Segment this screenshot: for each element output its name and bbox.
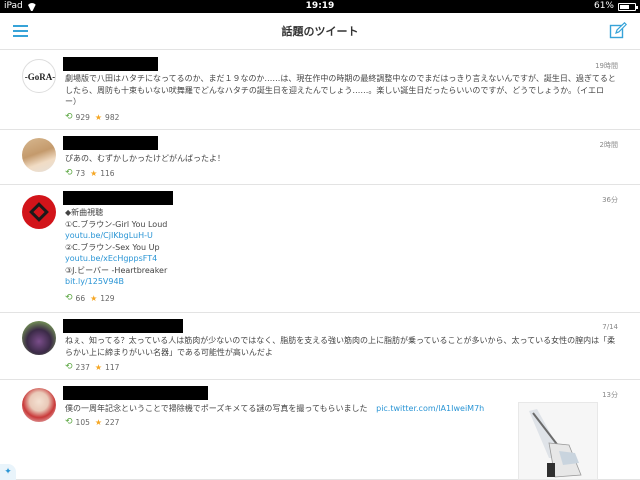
tweet-text: ねぇ、知ってる？太っている人は筋肉が少ないのではなく、脂肪を支える強い筋肉の上に… — [65, 336, 616, 357]
battery-fill — [620, 4, 629, 9]
retweet-count: 73 — [75, 168, 86, 178]
author-name-redacted — [63, 136, 158, 150]
retweet-icon: ⟲ — [65, 362, 73, 372]
avatar[interactable] — [22, 195, 56, 229]
photo-illustration — [519, 403, 597, 479]
tweet-link[interactable]: bit.ly/125V94B — [65, 276, 616, 288]
compose-icon[interactable] — [609, 22, 627, 40]
tweet-text-main: 僕の一周年記念ということで掃除機でポーズキメてる謎の写真を撮ってもらいました — [65, 404, 368, 413]
author-name-redacted — [63, 386, 208, 400]
avatar[interactable]: -GoRA- — [22, 59, 56, 93]
star-icon: ★ — [90, 293, 98, 303]
gora-logo: -GoRA- — [25, 72, 56, 82]
tweet-link[interactable]: youtu.be/xEcHgppsFT4 — [65, 253, 616, 265]
tweet-line: ②C.ブラウン-Sex You Up — [65, 242, 160, 252]
tweet-time: 36分 — [602, 196, 618, 204]
avatar[interactable] — [22, 388, 56, 422]
retweet-icon: ⟲ — [65, 168, 73, 178]
tweet-line: ◆新曲視聴 — [65, 208, 104, 217]
tweet-stats: ⟲ 237 ★ 117 — [65, 362, 119, 372]
tweet-photo[interactable] — [518, 402, 598, 480]
avatar[interactable] — [22, 321, 56, 355]
tweet-link[interactable]: pic.twitter.com/lA1IweiM7h — [376, 404, 484, 413]
favorite-count: 116 — [100, 168, 115, 178]
retweet-icon: ⟲ — [65, 112, 73, 122]
battery-icon — [618, 2, 638, 11]
tweet-item[interactable]: 13分 僕の一周年記念ということで掃除機でポーズキメてる謎の写真を撮ってもらいま… — [0, 380, 640, 480]
tweet-stats: ⟲ 73 ★ 116 — [65, 168, 115, 178]
page-title: 話題のツイート — [281, 25, 359, 38]
tweet-time: 19時間 — [595, 62, 618, 70]
tweet-text: 劇場版で八田はハタチになってるのか、まだ１９なのか……は、現在作中の時期の最終調… — [65, 74, 616, 106]
author-name-redacted — [63, 319, 183, 333]
retweet-icon: ⟲ — [65, 293, 73, 303]
status-bar: iPad 19:19 61% — [0, 0, 640, 13]
avatar[interactable] — [22, 138, 56, 172]
nav-bar: 話題のツイート — [0, 13, 640, 50]
tweet-text: ◆新曲視聴 ①C.ブラウン-Girl You Loud youtu.be/CjI… — [65, 207, 616, 288]
battery-percent: 61% — [593, 1, 614, 11]
retweet-count: 66 — [75, 293, 86, 303]
tweet-line: ③J.ビーバー -Heartbreaker — [65, 265, 168, 275]
favorite-count: 117 — [105, 362, 120, 372]
author-name-redacted — [63, 57, 158, 71]
tweet-line: ①C.ブラウン-Girl You Loud — [65, 219, 168, 229]
tweet-time: 13分 — [602, 391, 618, 399]
bird-icon[interactable]: ✦ — [0, 464, 16, 480]
retweet-count: 105 — [75, 417, 90, 427]
tweet-text: ぴあの、むずかしかったけどがんばったよ！ — [65, 154, 225, 163]
tweet-link[interactable]: youtu.be/CjIKbgLuH-U — [65, 230, 616, 242]
star-icon: ★ — [90, 168, 98, 178]
status-right: 61% — [593, 0, 638, 13]
tweet-stats: ⟲ 929 ★ 982 — [65, 112, 119, 122]
favorite-count: 227 — [105, 417, 120, 427]
retweet-icon: ⟲ — [65, 417, 73, 427]
tweet-item[interactable]: 36分 ◆新曲視聴 ①C.ブラウン-Girl You Loud youtu.be… — [0, 185, 640, 313]
star-icon: ★ — [94, 112, 103, 122]
star-icon: ★ — [94, 362, 103, 372]
status-time: 19:19 — [305, 1, 335, 11]
tweet-stats: ⟲ 66 ★ 129 — [65, 293, 115, 303]
star-icon: ★ — [94, 417, 103, 427]
tweet-time: 2時間 — [599, 141, 618, 149]
tweet-feed[interactable]: -GoRA- 19時間 劇場版で八田はハタチになってるのか、まだ１９なのか……は… — [0, 51, 640, 480]
tweet-item[interactable]: 2時間 ぴあの、むずかしかったけどがんばったよ！ ⟲ 73 ★ 116 — [0, 130, 640, 185]
retweet-count: 929 — [75, 112, 90, 122]
tweet-time: 7/14 — [602, 323, 618, 331]
avatar-emblem — [29, 202, 49, 222]
favorite-count: 982 — [105, 112, 120, 122]
tweet-stats: ⟲ 105 ★ 227 — [65, 417, 119, 427]
retweet-count: 237 — [75, 362, 90, 372]
tweet-item[interactable]: -GoRA- 19時間 劇場版で八田はハタチになってるのか、まだ１９なのか……は… — [0, 51, 640, 130]
tweet-item[interactable]: 7/14 ねぇ、知ってる？太っている人は筋肉が少ないのではなく、脂肪を支える強い… — [0, 313, 640, 380]
favorite-count: 129 — [100, 293, 115, 303]
author-name-redacted — [63, 191, 173, 205]
svg-text:-GoRA-: -GoRA- — [25, 72, 56, 82]
